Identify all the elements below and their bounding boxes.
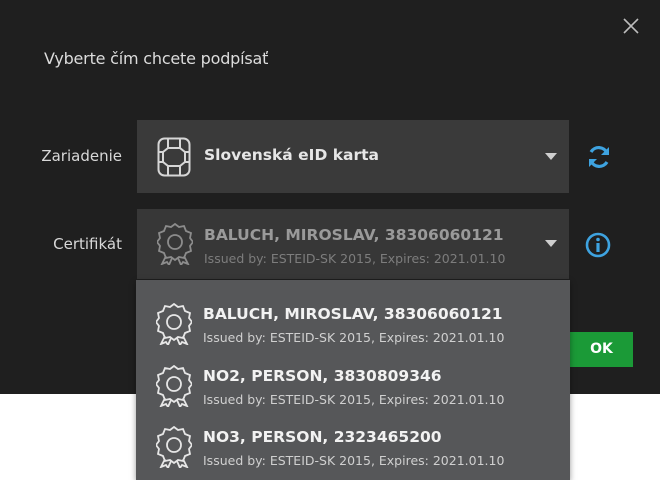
certificate-label: Certifikát [53, 235, 122, 253]
certificate-option-name: NO2, PERSON, 3830809346 [203, 367, 442, 385]
certificate-option[interactable]: NO2, PERSON, 3830809346 Issued by: ESTEI… [136, 350, 570, 410]
dialog-title: Vyberte čím chcete podpísať [44, 49, 269, 68]
certificate-option-issuer: Issued by: ESTEID-SK 2015, Expires: 2021… [203, 392, 505, 407]
chevron-down-icon [545, 240, 557, 247]
certificate-badge-icon [156, 365, 192, 407]
info-icon[interactable] [585, 232, 611, 258]
certificate-dropdown-list: BALUCH, MIROSLAV, 38306060121 Issued by:… [136, 280, 570, 480]
certificate-option[interactable]: NO3, PERSON, 2323465200 Issued by: ESTEI… [136, 411, 570, 471]
smartcard-chip-icon [157, 137, 191, 177]
device-selected-value: Slovenská eID karta [204, 146, 379, 164]
certificate-selected-name: BALUCH, MIROSLAV, 38306060121 [204, 226, 504, 244]
certificate-option-name: BALUCH, MIROSLAV, 38306060121 [203, 305, 503, 323]
certificate-option-issuer: Issued by: ESTEID-SK 2015, Expires: 2021… [203, 330, 505, 345]
refresh-icon[interactable] [586, 144, 612, 170]
certificate-option-issuer: Issued by: ESTEID-SK 2015, Expires: 2021… [203, 453, 505, 468]
close-icon[interactable] [620, 15, 642, 37]
certificate-badge-icon [156, 303, 192, 345]
certificate-option-name: NO3, PERSON, 2323465200 [203, 428, 442, 446]
device-label: Zariadenie [41, 147, 122, 165]
certificate-select[interactable]: BALUCH, MIROSLAV, 38306060121 Issued by:… [137, 209, 569, 279]
chevron-down-icon [545, 153, 557, 160]
certificate-badge-icon [156, 426, 192, 468]
certificate-selected-issuer: Issued by: ESTEID-SK 2015, Expires: 2021… [204, 251, 506, 266]
certificate-option[interactable]: BALUCH, MIROSLAV, 38306060121 Issued by:… [136, 288, 570, 348]
certificate-badge-icon [157, 223, 193, 265]
device-select[interactable]: Slovenská eID karta [137, 120, 569, 193]
